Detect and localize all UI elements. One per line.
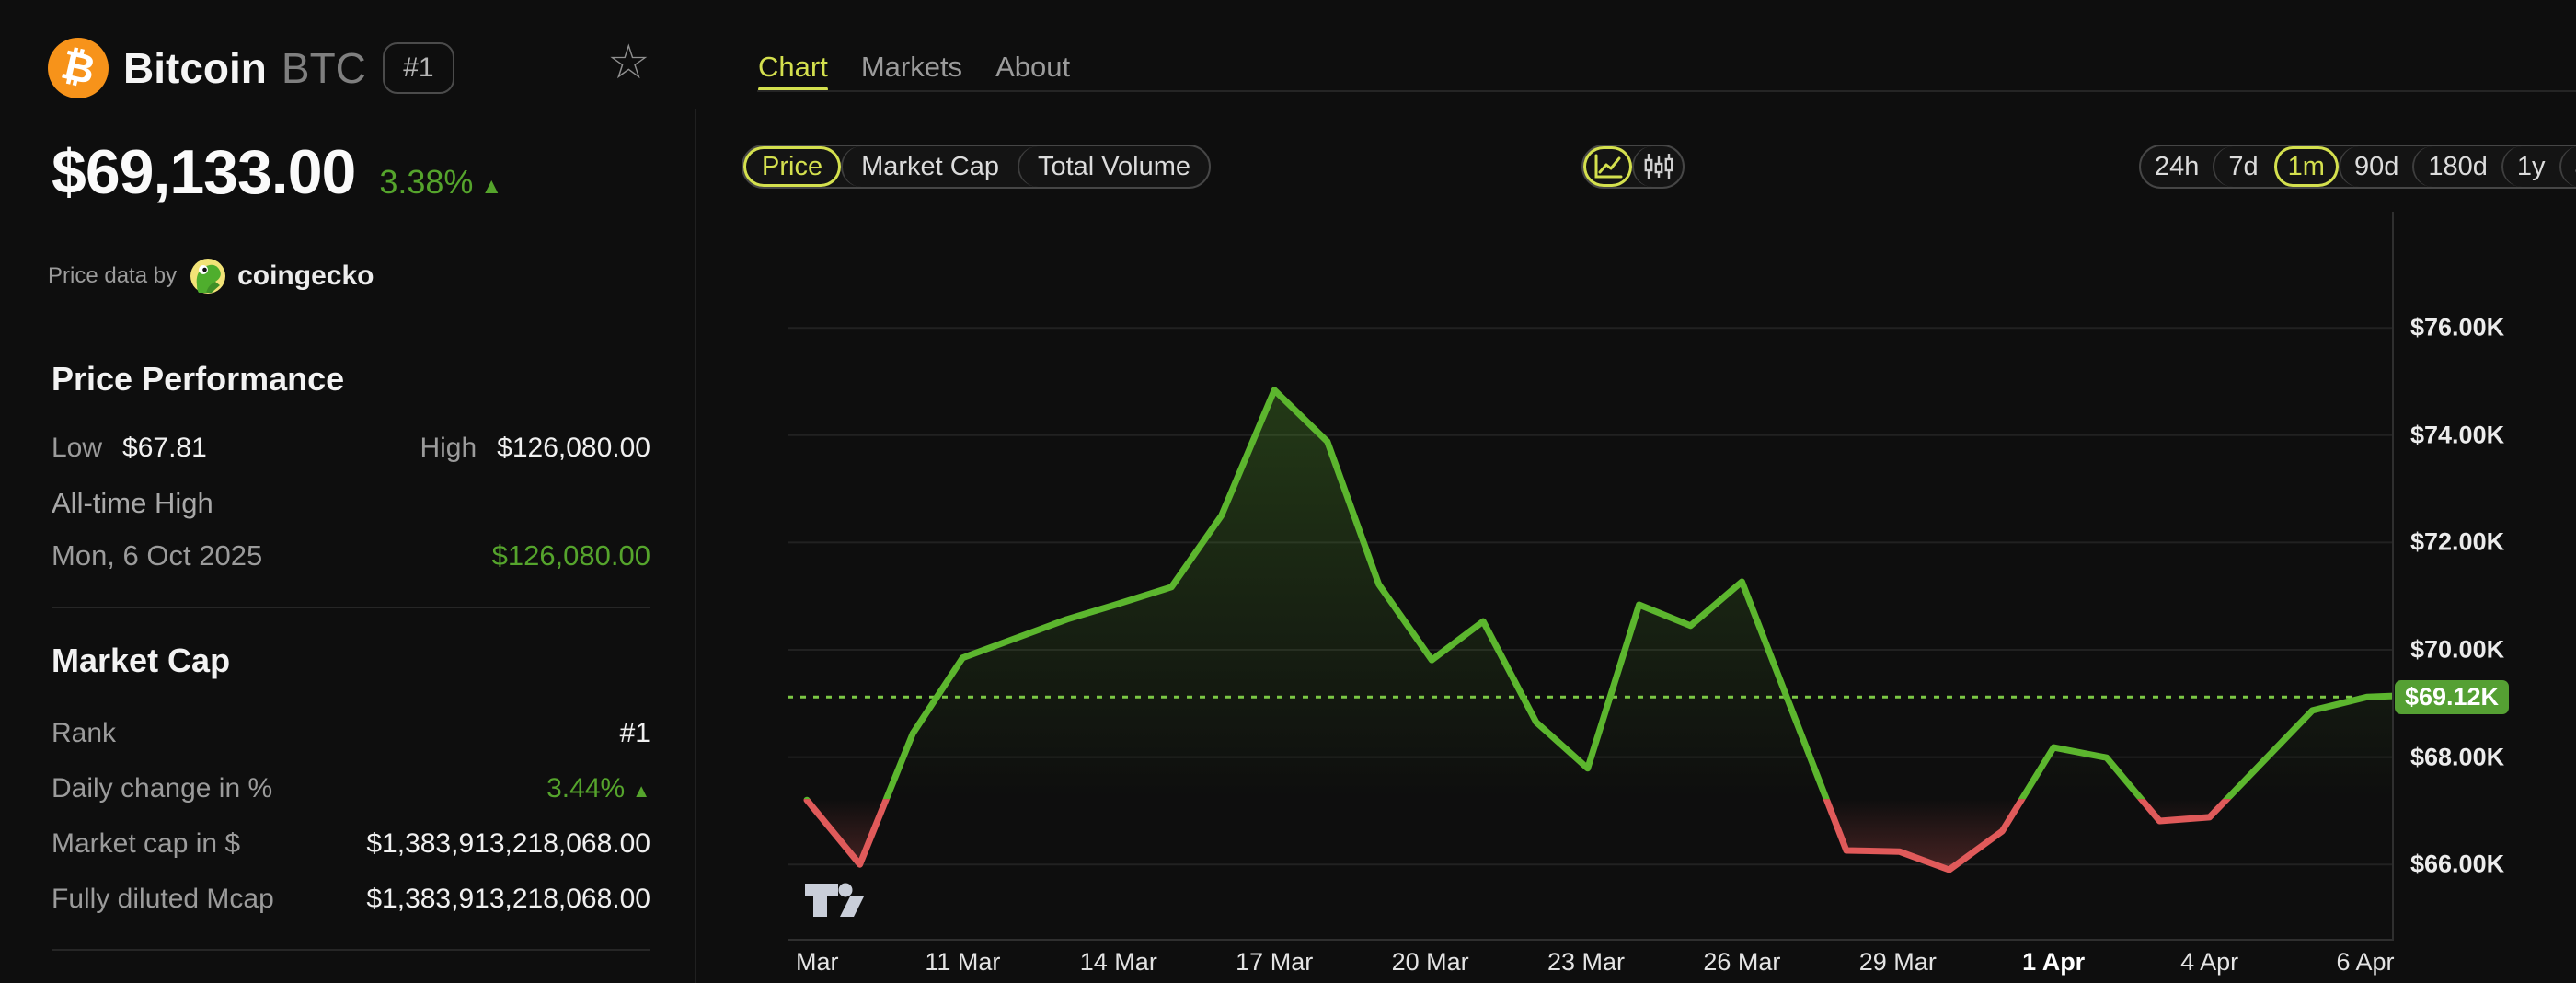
- provider-label: Price data by: [48, 263, 178, 288]
- x-tick-14-mar: 14 Mar: [1079, 948, 1157, 976]
- x-tick-26-mar: 26 Mar: [1703, 948, 1781, 976]
- ath-value: $126,080.00: [491, 539, 650, 572]
- stat-value: $1,383,913,218,068.00: [366, 884, 650, 914]
- ath-label: All-time High: [52, 487, 213, 519]
- range-7d[interactable]: 7d: [2213, 146, 2271, 187]
- stat-label: Fully diluted Mcap: [52, 884, 274, 914]
- y-tick-76k: $76.00K: [2410, 313, 2505, 341]
- divider: [52, 949, 650, 951]
- x-tick-8-mar: 8 Mar: [788, 948, 839, 976]
- tabs: Chart Markets About: [758, 51, 1070, 84]
- coingecko-icon: [190, 259, 226, 294]
- stat-row-daily-change-in-: Daily change in % 3.44% ▲: [52, 761, 650, 816]
- panel-separator: [695, 109, 696, 983]
- x-tick-6-apr: 6 Apr: [2336, 948, 2395, 976]
- up-triangle-icon: ▲: [480, 174, 503, 199]
- y-tick-66k: $66.00K: [2410, 850, 2505, 878]
- x-tick-20-mar: 20 Mar: [1391, 948, 1469, 976]
- coin-symbol: BTC: [281, 44, 366, 92]
- low-high-row: Low $67.81 High $126,080.00: [52, 433, 650, 464]
- coin-header: ₿ Bitcoin BTC #1: [48, 38, 454, 98]
- range-1y[interactable]: 1y: [2501, 146, 2559, 187]
- y-tick-68k: $68.00K: [2410, 743, 2505, 771]
- high-label: High: [420, 433, 477, 463]
- x-tick-29-mar: 29 Mar: [1858, 948, 1937, 976]
- price-change: 3.38% ▲: [379, 163, 503, 201]
- coin-name: Bitcoin: [123, 44, 267, 92]
- metric-toggle: Price Market Cap Total Volume: [742, 145, 1212, 189]
- range-all[interactable]: all: [2559, 146, 2576, 187]
- tabs-separator: [757, 90, 2576, 92]
- provider-name[interactable]: coingecko: [237, 260, 374, 292]
- high-value: $126,080.00: [497, 433, 650, 463]
- y-tick-72k: $72.00K: [2410, 527, 2505, 556]
- price-performance-title: Price Performance: [52, 360, 345, 398]
- chart-type-toggle: [1581, 145, 1685, 189]
- stat-row-market-cap-in-: Market cap in $ $1,383,913,218,068.00: [52, 816, 650, 872]
- low-value: $67.81: [122, 433, 207, 463]
- current-price-badge: $69.12K: [2395, 679, 2509, 714]
- range-180d[interactable]: 180d: [2412, 146, 2501, 187]
- favorite-star-icon[interactable]: ☆: [607, 39, 650, 87]
- rank-badge: #1: [382, 42, 454, 94]
- stat-value: 3.44% ▲: [546, 773, 650, 804]
- ath-row: Mon, 6 Oct 2025 $126,080.00: [52, 539, 650, 572]
- x-tick-23-mar: 23 Mar: [1547, 948, 1626, 976]
- price-chart[interactable]: [788, 212, 2394, 941]
- low-label: Low: [52, 433, 103, 463]
- tradingview-logo[interactable]: [801, 878, 868, 922]
- x-axis-labels: 8 Mar 11 Mar 14 Mar 17 Mar 20 Mar 23 Mar 26 Ma…: [788, 948, 2434, 983]
- stat-row-rank: Rank #1: [52, 706, 650, 761]
- range-1m[interactable]: 1m: [2272, 146, 2339, 187]
- tab-about[interactable]: About: [995, 51, 1070, 84]
- range-90d[interactable]: 90d: [2338, 146, 2412, 187]
- coin-price: $69,133.00: [52, 137, 356, 207]
- y-tick-74k: $74.00K: [2410, 421, 2505, 449]
- bitcoin-icon: ₿: [48, 38, 109, 98]
- line-chart-icon[interactable]: [1583, 146, 1632, 187]
- tab-markets[interactable]: Markets: [861, 51, 962, 84]
- metric-total-volume[interactable]: Total Volume: [1017, 146, 1209, 187]
- market-cap-title: Market Cap: [52, 642, 231, 679]
- stat-label: Daily change in %: [52, 773, 273, 804]
- y-tick-70k: $70.00K: [2410, 635, 2505, 664]
- tab-chart[interactable]: Chart: [758, 51, 828, 84]
- range-24h[interactable]: 24h: [2141, 146, 2213, 187]
- stat-value: $1,383,913,218,068.00: [366, 828, 650, 859]
- metric-market-cap[interactable]: Market Cap: [841, 146, 1018, 187]
- divider: [52, 607, 650, 608]
- stat-value: #1: [619, 718, 650, 748]
- ath-label-row: All-time High: [52, 487, 650, 520]
- time-range-toggle: 24h7d1m90d180d1yall: [2139, 145, 2576, 189]
- candlestick-icon[interactable]: [1632, 146, 1683, 187]
- x-tick-11-mar: 11 Mar: [925, 948, 1001, 976]
- x-tick-1-apr: 1 Apr: [2022, 948, 2086, 976]
- provider-attribution: Price data by coingecko: [48, 257, 374, 295]
- market-cap-rows: Rank #1 Daily change in % 3.44% ▲ Market cap …: [52, 706, 650, 927]
- x-tick-17-mar: 17 Mar: [1236, 948, 1314, 976]
- x-tick-4-apr: 4 Apr: [2180, 948, 2239, 976]
- ath-date: Mon, 6 Oct 2025: [52, 539, 263, 572]
- stat-row-fully-diluted-mcap: Fully diluted Mcap $1,383,913,218,068.00: [52, 872, 650, 927]
- stat-label: Rank: [52, 718, 117, 748]
- metric-price[interactable]: Price: [743, 146, 841, 187]
- price-row: $69,133.00 3.38% ▲: [52, 136, 502, 208]
- up-triangle-icon: ▲: [632, 781, 650, 802]
- stat-label: Market cap in $: [52, 828, 241, 859]
